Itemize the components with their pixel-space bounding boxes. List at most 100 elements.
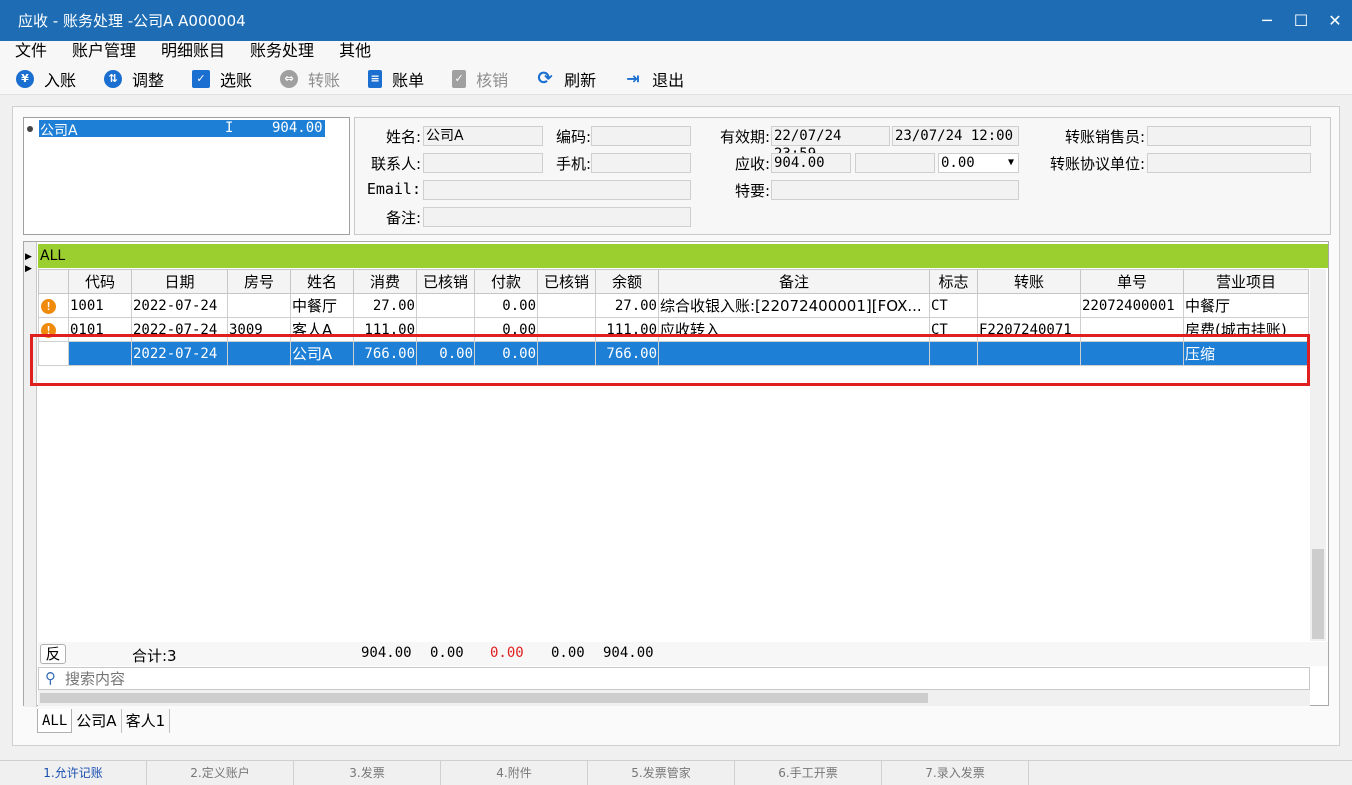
unit-field[interactable] — [1147, 153, 1311, 173]
minimize-button[interactable]: ─ — [1250, 0, 1284, 41]
status-enter-invoice[interactable]: 7.录入发票 — [882, 761, 1029, 785]
exit-label: 退出 — [652, 70, 685, 90]
status-allow-posting[interactable]: 1.允许记账 — [0, 761, 147, 785]
header-balance[interactable]: 余额 — [595, 269, 659, 294]
header-payment[interactable]: 付款 — [474, 269, 538, 294]
header-order-no[interactable]: 单号 — [1080, 269, 1184, 294]
post-label: 入账 — [44, 70, 77, 90]
status-manual-invoice[interactable]: 6.手工开票 — [735, 761, 882, 785]
account-tabs: ALL 公司A 客人1 — [37, 709, 171, 733]
total-count: 合计:3 — [132, 647, 177, 665]
vertical-scrollbar[interactable] — [1310, 269, 1326, 641]
group-bar[interactable]: ALL — [38, 244, 1328, 268]
header-consume[interactable]: 消费 — [353, 269, 417, 294]
menu-account-management[interactable]: 账户管理 — [56, 41, 145, 63]
status-define-account[interactable]: 2.定义账户 — [147, 761, 294, 785]
maximize-button[interactable]: ☐ — [1284, 0, 1318, 41]
menu-detail-accounts[interactable]: 明细账目 — [145, 41, 234, 63]
cell-flag: CT — [929, 317, 978, 342]
header-code[interactable]: 代码 — [68, 269, 132, 294]
expand-arrow-icon[interactable]: ▶ — [25, 252, 32, 262]
name-field[interactable]: 公司A — [423, 126, 543, 146]
valid-to-field[interactable]: 23/07/24 12:00 — [892, 126, 1019, 146]
header-note[interactable]: 备注 — [658, 269, 930, 294]
cell-order-no — [1080, 341, 1184, 366]
header-name[interactable]: 姓名 — [290, 269, 354, 294]
cell-room: 3009 — [227, 317, 291, 342]
exit-button[interactable]: ⇥ 退出 — [624, 65, 684, 93]
status-cell — [38, 341, 69, 366]
header-room[interactable]: 房号 — [227, 269, 291, 294]
receivable-extra-field[interactable] — [855, 153, 935, 173]
phone-field[interactable] — [591, 153, 691, 173]
table-row[interactable]: ! 1001 2022-07-24 中餐厅 27.00 0.00 27.00 综… — [38, 293, 1309, 318]
cell-order-no: 22072400001 — [1080, 293, 1184, 318]
yen-circle-icon: ¥ — [16, 69, 34, 88]
cell-balance: 111.00 — [595, 317, 659, 342]
cell-writeoff: 0.00 — [416, 341, 475, 366]
receivable-select[interactable]: 0.00 ▼ — [938, 153, 1019, 173]
menu-other[interactable]: 其他 — [323, 41, 380, 63]
status-attachment[interactable]: 4.附件 — [441, 761, 588, 785]
valid-from-field[interactable]: 22/07/24 23:59 — [771, 126, 890, 162]
email-label: Email: — [366, 180, 421, 198]
select-account-button[interactable]: ✓ 选账 — [192, 65, 252, 93]
note-label: 备注: — [385, 209, 421, 227]
note-field[interactable] — [423, 207, 691, 227]
cell-writeoff-2 — [537, 341, 596, 366]
receivable-field[interactable]: 904.00 — [771, 153, 851, 173]
tab-guest-1[interactable]: 客人1 — [122, 709, 171, 733]
header-flag[interactable]: 标志 — [929, 269, 978, 294]
status-invoice[interactable]: 3.发票 — [294, 761, 441, 785]
bill-icon: ≡ — [368, 69, 383, 88]
account-list-item[interactable]: 公司A I 904.00 — [27, 120, 325, 139]
special-field[interactable] — [771, 180, 1019, 200]
adjust-button[interactable]: ⇅ 调整 — [104, 65, 164, 93]
status-invoice-manager[interactable]: 5.发票管家 — [588, 761, 735, 785]
collapse-arrow-icon[interactable]: ▶ — [25, 264, 32, 274]
table-row-selected[interactable]: 2022-07-24 公司A 766.00 0.00 0.00 766.00 压… — [38, 341, 1309, 366]
horizontal-scrollbar[interactable] — [38, 690, 1310, 706]
cell-payment: 0.00 — [474, 293, 538, 318]
menu-file[interactable]: 文件 — [0, 41, 56, 63]
bill-button[interactable]: ≡ 账单 — [368, 65, 424, 93]
email-field[interactable] — [423, 180, 691, 200]
tab-all[interactable]: ALL — [37, 709, 73, 733]
scroll-thumb[interactable] — [1312, 549, 1324, 639]
header-business-item[interactable]: 营业项目 — [1183, 269, 1309, 294]
writeoff-button[interactable]: ✓ 核销 — [452, 65, 508, 93]
cell-consume: 27.00 — [353, 293, 417, 318]
header-date[interactable]: 日期 — [131, 269, 228, 294]
cell-business-item: 压缩 — [1183, 341, 1309, 366]
total-writeoff-2: 0.00 — [551, 645, 585, 661]
post-button[interactable]: ¥ 入账 — [16, 65, 76, 93]
cell-transfer: F2207240071 — [977, 317, 1081, 342]
search-box[interactable]: ⚲ — [38, 667, 1310, 690]
window-title: 应收 - 账务处理 -公司A A000004 — [18, 12, 246, 30]
tab-company-a[interactable]: 公司A — [72, 709, 122, 733]
cell-business-item: 房费(城市挂账) — [1183, 317, 1309, 342]
menu-account-processing[interactable]: 账务处理 — [234, 41, 323, 63]
header-writeoff-2[interactable]: 已核销 — [537, 269, 596, 294]
status-bar: 1.允许记账 2.定义账户 3.发票 4.附件 5.发票管家 6.手工开票 7.… — [0, 760, 1352, 785]
refresh-button[interactable]: ⟳ 刷新 — [536, 65, 597, 93]
cell-payment: 0.00 — [474, 341, 538, 366]
refresh-label: 刷新 — [564, 70, 597, 90]
header-writeoff[interactable]: 已核销 — [416, 269, 475, 294]
sales-field[interactable] — [1147, 126, 1311, 146]
transfer-button[interactable]: ⇔ 转账 — [280, 65, 340, 93]
transfer-label: 转账 — [308, 70, 341, 90]
search-input[interactable] — [65, 669, 1305, 688]
header-transfer[interactable]: 转账 — [977, 269, 1081, 294]
scroll-thumb[interactable] — [40, 693, 928, 703]
cell-balance: 766.00 — [595, 341, 659, 366]
table-row[interactable]: ! 0101 2022-07-24 3009 客人A 111.00 0.00 1… — [38, 317, 1309, 342]
chevron-down-icon: ▼ — [1007, 157, 1014, 168]
cell-code — [68, 341, 132, 366]
reverse-button[interactable]: 反 — [40, 644, 66, 664]
close-button[interactable]: ✕ — [1318, 0, 1352, 41]
code-field[interactable] — [591, 126, 691, 146]
cell-order-no — [1080, 317, 1184, 342]
contact-field[interactable] — [423, 153, 543, 173]
title-bar: 应收 - 账务处理 -公司A A000004 ─ ☐ ✕ — [0, 0, 1352, 41]
